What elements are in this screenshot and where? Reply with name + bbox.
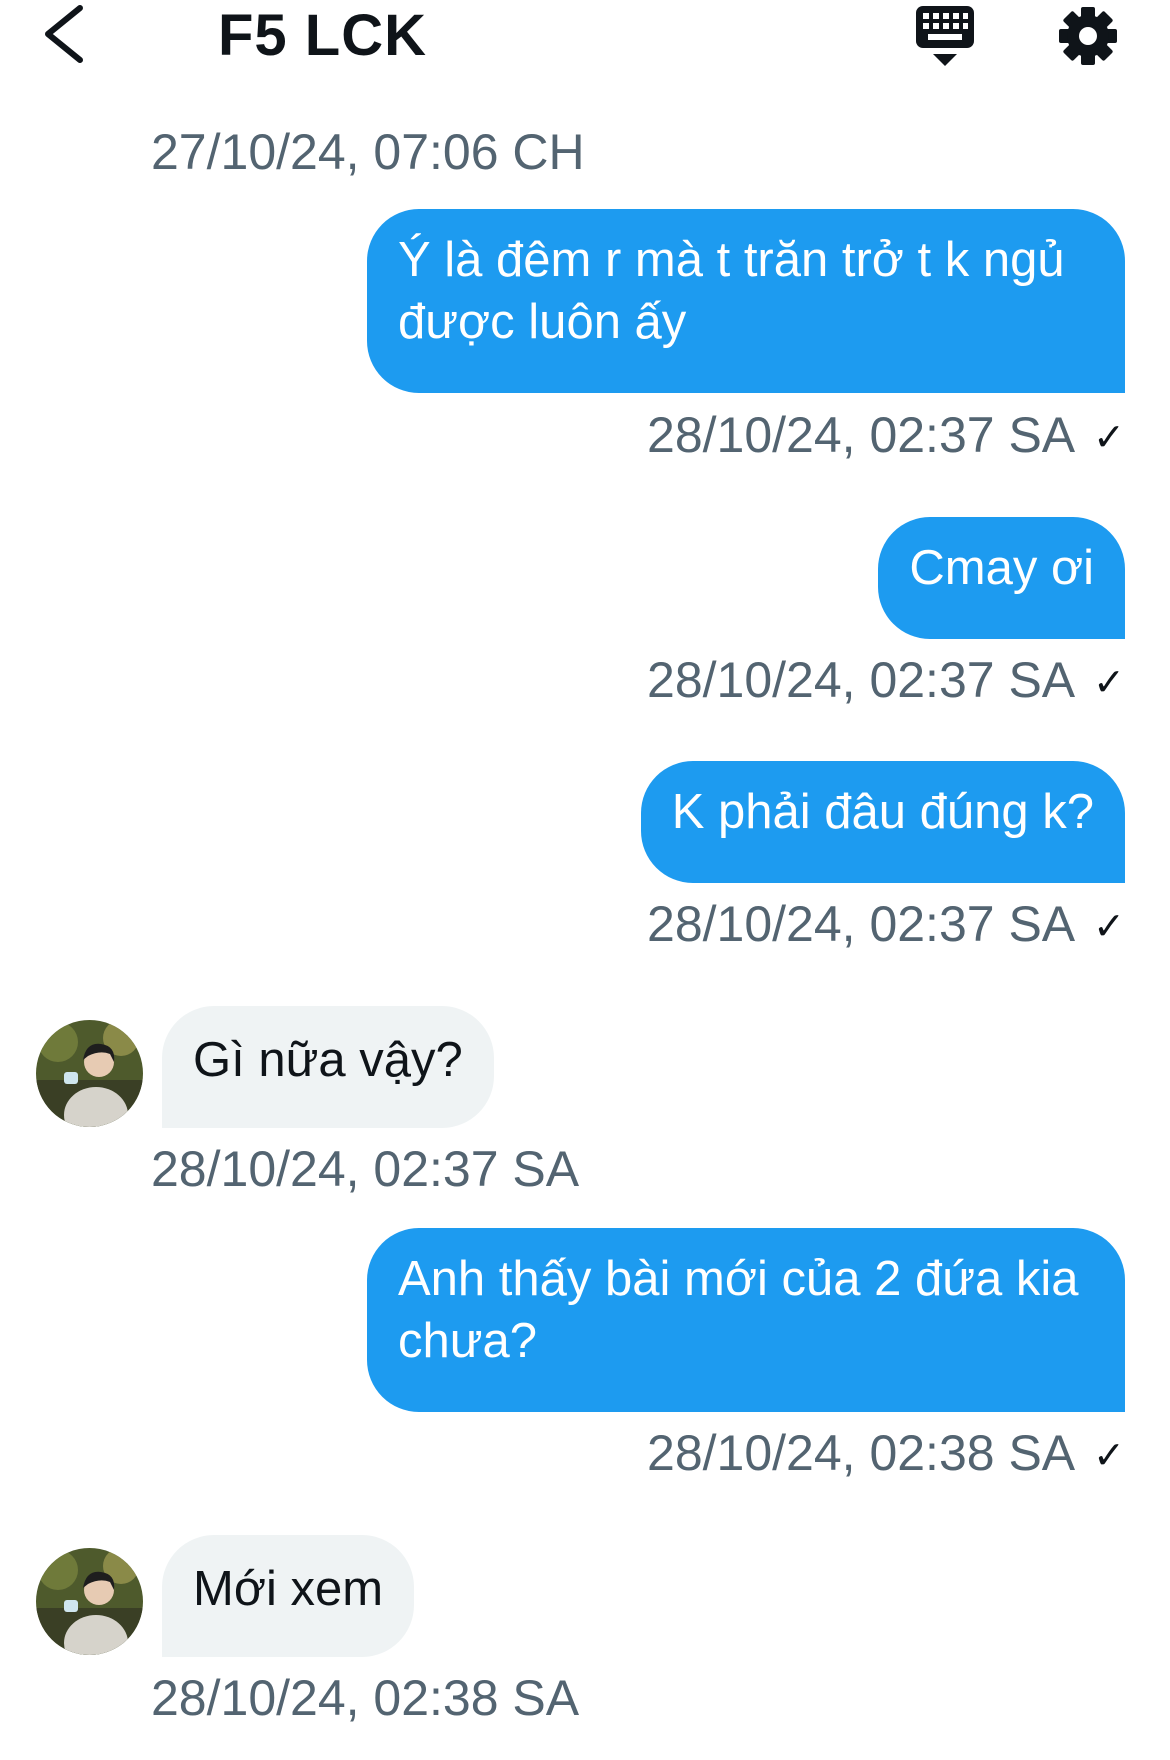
message-text: Gì nữa vậy? bbox=[193, 1033, 463, 1087]
keyboard-button[interactable] bbox=[914, 2, 976, 70]
message-timestamp: 28/10/24, 02:37 SA ✓ bbox=[647, 894, 1125, 959]
message-bubble-incoming[interactable]: Mới xem bbox=[162, 1535, 415, 1657]
avatar-photo-icon bbox=[36, 1548, 143, 1655]
conversation-header: F5 LCK bbox=[0, 0, 1170, 80]
message-timestamp: 28/10/24, 02:37 SA bbox=[151, 1141, 580, 1197]
back-button[interactable] bbox=[38, 0, 98, 72]
sent-check-icon: ✓ bbox=[1093, 662, 1125, 704]
sent-check-icon: ✓ bbox=[1093, 1435, 1125, 1477]
message-text: K phải đâu đúng k? bbox=[671, 785, 1094, 839]
message-timestamp: 28/10/24, 02:37 SA ✓ bbox=[647, 650, 1125, 715]
timestamp-text: 28/10/24, 02:37 SA bbox=[647, 896, 1076, 952]
timestamp-text: 28/10/24, 02:37 SA bbox=[647, 652, 1076, 708]
message-timestamp: 27/10/24, 07:06 CH bbox=[151, 124, 585, 180]
message-bubble-outgoing[interactable]: K phải đâu đúng k? bbox=[640, 761, 1125, 883]
message-text: Ý là đêm r mà t trăn trở t k ngủ được lu… bbox=[398, 233, 1065, 349]
message-timestamp: 28/10/24, 02:38 SA bbox=[151, 1670, 580, 1726]
message-timestamp: 28/10/24, 02:38 SA ✓ bbox=[647, 1423, 1125, 1488]
message-bubble-outgoing[interactable]: Ý là đêm r mà t trăn trở t k ngủ được lu… bbox=[367, 209, 1125, 393]
chevron-left-icon bbox=[45, 5, 83, 63]
timestamp-text: 28/10/24, 02:37 SA bbox=[647, 407, 1076, 463]
sent-check-icon: ✓ bbox=[1093, 417, 1125, 459]
settings-button[interactable] bbox=[1056, 4, 1120, 68]
avatar[interactable] bbox=[36, 1020, 143, 1127]
avatar-photo-icon bbox=[36, 1020, 143, 1127]
message-timestamp: 28/10/24, 02:37 SA ✓ bbox=[647, 405, 1125, 470]
message-bubble-outgoing[interactable]: Anh thấy bài mới của 2 đứa kia chưa? bbox=[367, 1228, 1125, 1412]
message-bubble-outgoing[interactable]: Cmay ơi bbox=[878, 517, 1125, 639]
conversation-title[interactable]: F5 LCK bbox=[218, 0, 427, 72]
message-text: Cmay ơi bbox=[909, 541, 1094, 595]
gear-icon bbox=[1059, 7, 1117, 65]
message-text: Anh thấy bài mới của 2 đứa kia chưa? bbox=[398, 1252, 1079, 1368]
message-bubble-incoming[interactable]: Gì nữa vậy? bbox=[162, 1006, 494, 1128]
timestamp-text: 28/10/24, 02:38 SA bbox=[647, 1425, 1076, 1481]
message-text: Mới xem bbox=[193, 1562, 384, 1616]
keyboard-icon bbox=[916, 6, 974, 66]
avatar[interactable] bbox=[36, 1548, 143, 1655]
sent-check-icon: ✓ bbox=[1093, 906, 1125, 948]
